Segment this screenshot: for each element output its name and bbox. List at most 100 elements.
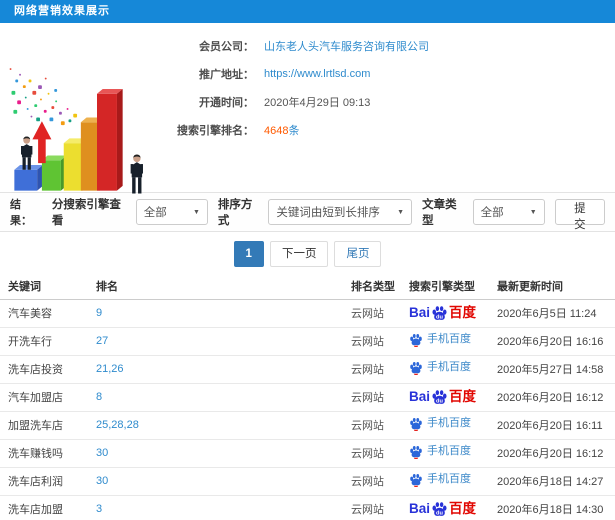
engine-cell: Bai du 百度 [405, 495, 493, 520]
rank-type-cell: 云网站 [347, 495, 405, 520]
summary-section: 会员公司： 山东老人头汽车服务咨询有限公司 推广地址： https://www.… [0, 23, 615, 194]
mobile-baidu-logo: 手机百度 [409, 333, 471, 347]
table-row: 汽车美容 9 云网站 Bai du 百度 2020年6月5日 11:24 [0, 299, 615, 328]
rank-type-cell: 云网站 [347, 411, 405, 440]
open-time-value: 2020年4月29日 09:13 [264, 96, 371, 109]
baidu-paw-icon [410, 417, 422, 431]
table-row: 洗车赚钱吗 30 云网站 手机百度 2020年6月20日 16:12 [0, 439, 615, 468]
results-table: 关键词 排名 排名类型 搜索引擎类型 最新更新时间 汽车美容 9 云网站 Bai du 百… [0, 274, 615, 520]
update-time-header: 最新更新时间 [493, 274, 615, 300]
time-cell: 2020年6月18日 14:27 [493, 467, 615, 496]
keyword-cell: 洗车店利润 [0, 467, 92, 496]
baidu-paw-icon: du [432, 389, 447, 404]
rank-type-cell: 云网站 [347, 355, 405, 384]
engine-cell: 手机百度 [405, 411, 493, 440]
baidu-logo: Bai du 百度 [409, 501, 477, 517]
open-time-label: 开通时间： [199, 96, 254, 109]
promo-url-link[interactable]: https://www.lrtlsd.com [264, 68, 370, 80]
rank-cell[interactable]: 30 [92, 439, 347, 468]
sort-select[interactable]: 关键词由短到长排序 ▼ [268, 199, 413, 225]
ranking-count-unit: 条 [288, 124, 300, 137]
keyword-cell: 加盟洗车店 [0, 411, 92, 440]
mobile-baidu-logo: 手机百度 [409, 445, 471, 459]
rank-cell[interactable]: 30 [92, 467, 347, 496]
article-type-select[interactable]: 全部 ▼ [472, 199, 545, 225]
keyword-cell: 洗车店投资 [0, 355, 92, 384]
rank-cell[interactable]: 27 [92, 327, 347, 356]
article-type-label: 文章类型 [422, 199, 457, 227]
rank-type-cell: 云网站 [347, 327, 405, 356]
baidu-paw-icon [410, 333, 422, 347]
rank-type-header: 排名类型 [347, 274, 405, 300]
mobile-baidu-logo: 手机百度 [409, 361, 471, 375]
illustration-bars [9, 68, 123, 191]
engine-cell: 手机百度 [405, 467, 493, 496]
info-row-url: 推广地址： https://www.lrtlsd.com [162, 67, 615, 81]
chevron-down-icon: ▼ [192, 208, 200, 216]
time-cell: 2020年6月18日 14:30 [493, 495, 615, 520]
rank-cell[interactable]: 25,28,28 [92, 411, 347, 440]
keyword-cell: 汽车美容 [0, 299, 92, 328]
baidu-logo: Bai du 百度 [409, 305, 477, 321]
article-type-select-value: 全部 [480, 207, 504, 219]
rank-header: 排名 [92, 274, 347, 300]
businessman-figure-right [130, 154, 143, 194]
chevron-down-icon: ▼ [397, 208, 405, 216]
sort-filter-label: 排序方式 [217, 199, 253, 227]
rank-type-cell: 云网站 [347, 439, 405, 468]
chevron-down-icon: ▼ [529, 208, 537, 216]
time-cell: 2020年6月20日 16:12 [493, 383, 615, 412]
keyword-cell: 洗车店加盟 [0, 495, 92, 520]
engine-cell: 手机百度 [405, 355, 493, 384]
keyword-cell: 洗车赚钱吗 [0, 439, 92, 468]
baidu-paw-icon: du [432, 305, 447, 320]
page-1-button[interactable]: 1 [233, 241, 264, 267]
company-name-link[interactable]: 山东老人头汽车服务咨询有限公司 [264, 38, 429, 54]
table-row: 开洗车行 27 云网站 手机百度 2020年6月20日 16:16 [0, 327, 615, 356]
baidu-paw-icon [410, 445, 422, 459]
time-cell: 2020年5月27日 14:58 [493, 355, 615, 384]
submit-button[interactable]: 提交 [554, 199, 605, 231]
results-table-body: 汽车美容 9 云网站 Bai du 百度 2020年6月5日 11:24 开洗车行 27 云网站手… [0, 299, 615, 520]
mobile-baidu-logo: 手机百度 [409, 473, 471, 487]
engine-cell: 手机百度 [405, 327, 493, 356]
keyword-cell: 汽车加盟店 [0, 383, 92, 412]
baidu-paw-icon [410, 361, 422, 375]
info-row-ranking-count: 搜索引擎排名： 4648条 [162, 123, 615, 137]
engine-cell: Bai du 百度 [405, 383, 493, 412]
engine-cell: 手机百度 [405, 439, 493, 468]
baidu-paw-icon: du [432, 501, 447, 516]
time-cell: 2020年6月20日 16:12 [493, 439, 615, 468]
table-header-row: 关键词 排名 排名类型 搜索引擎类型 最新更新时间 [0, 274, 615, 300]
keyword-header: 关键词 [0, 274, 92, 300]
page-title: 网络营销效果展示 [14, 5, 110, 17]
table-row: 洗车店投资 21,26 云网站 手机百度 2020年5月27日 14:58 [0, 355, 615, 384]
rank-cell[interactable]: 21,26 [92, 355, 347, 384]
svg-text:du: du [436, 510, 443, 516]
sort-select-value: 关键词由短到长排序 [276, 207, 380, 219]
next-page-button[interactable]: 下一页 [269, 241, 329, 267]
svg-text:du: du [436, 398, 443, 404]
info-row-company: 会员公司： 山东老人头汽车服务咨询有限公司 [162, 38, 615, 54]
mobile-baidu-logo: 手机百度 [409, 417, 471, 431]
time-cell: 2020年6月20日 16:16 [493, 327, 615, 356]
rank-cell[interactable]: 3 [92, 495, 347, 520]
rank-cell[interactable]: 9 [92, 299, 347, 328]
table-row: 加盟洗车店 25,28,28 云网站 手机百度 2020年6月20日 16:11 [0, 411, 615, 440]
rank-type-cell: 云网站 [347, 299, 405, 328]
bar-chart-illustration [9, 68, 143, 194]
ranking-count-value: 4648 [264, 124, 289, 137]
info-row-open-time: 开通时间： 2020年4月29日 09:13 [162, 95, 615, 109]
pagination: 1 下一页 尾页 [0, 241, 615, 267]
time-cell: 2020年6月20日 16:11 [493, 411, 615, 440]
rank-type-cell: 云网站 [347, 383, 405, 412]
ranking-count-label: 搜索引擎排名： [177, 124, 254, 137]
last-page-button[interactable]: 尾页 [334, 241, 382, 267]
rank-cell[interactable]: 8 [92, 383, 347, 412]
table-row: 洗车店利润 30 云网站 手机百度 2020年6月18日 14:27 [0, 467, 615, 496]
baidu-logo: Bai du 百度 [409, 389, 477, 405]
company-label: 会员公司： [199, 40, 254, 53]
engine-select-value: 全部 [143, 207, 167, 219]
keyword-cell: 开洗车行 [0, 327, 92, 356]
engine-type-header: 搜索引擎类型 [405, 274, 493, 300]
